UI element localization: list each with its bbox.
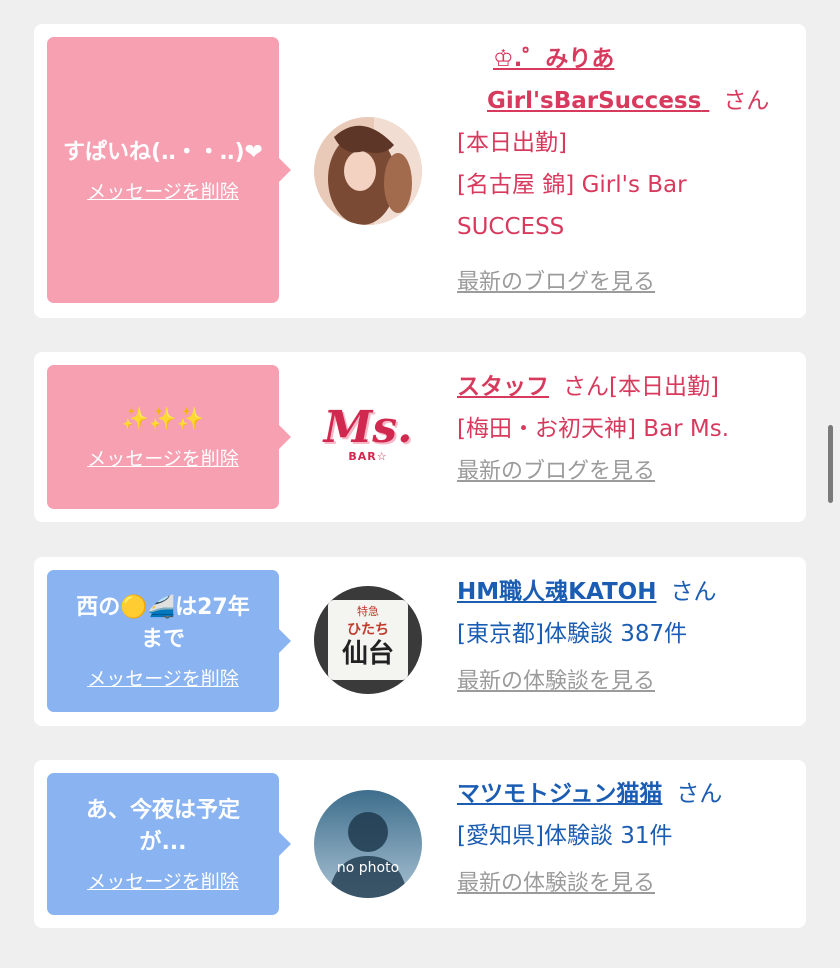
- message-bubble: 西の🟡🚄は27年 まで メッセージを削除: [47, 570, 291, 712]
- user-info: HM職人魂KATOH さん [東京都]体験談 387件 最新の体験談を見る: [457, 571, 792, 703]
- avatar-sign-top: 特急: [357, 605, 379, 618]
- avatar[interactable]: [314, 117, 422, 225]
- shop-location: [梅田・お初天神] Bar Ms.: [457, 416, 730, 442]
- delete-message-link[interactable]: メッセージを削除: [87, 444, 239, 471]
- user-name-link[interactable]: ♔.゜みりあ Girl'sBarSuccess: [457, 46, 709, 114]
- message-card-3: 西の🟡🚄は27年 まで メッセージを削除 特急 ひたち 仙台 HM職人魂KATO…: [34, 557, 806, 726]
- delete-message-link[interactable]: メッセージを削除: [87, 867, 239, 894]
- no-photo-label: no photo: [336, 860, 400, 876]
- delete-message-link[interactable]: メッセージを削除: [87, 177, 239, 204]
- user-name-link[interactable]: HM職人魂KATOH: [457, 579, 656, 605]
- latest-blog-link[interactable]: 最新のブログを見る: [457, 262, 655, 304]
- honorific: さん: [670, 579, 717, 605]
- review-stats: [東京都]体験談 387件: [457, 621, 688, 647]
- message-bubble: あ、今夜は予定 が... メッセージを削除: [47, 773, 291, 915]
- honorific: さん: [563, 374, 609, 400]
- message-text: ✨✨✨: [121, 406, 205, 432]
- avatar-sign-city: 仙台: [341, 639, 394, 669]
- message-card-2: ✨✨✨ メッセージを削除 Ms. BAR☆ スタッフ さん[本日出勤] [梅田・お…: [34, 352, 806, 522]
- user-name-line1: ♔.゜みりあ: [493, 46, 615, 72]
- avatar-sign-mid: ひたち: [347, 622, 389, 638]
- delete-message-link[interactable]: メッセージを削除: [87, 664, 239, 691]
- honorific: さん: [676, 781, 723, 807]
- scrollbar[interactable]: [828, 425, 833, 503]
- attendance-status: [本日出勤]: [609, 374, 719, 400]
- message-text: 西の🟡🚄は27年 まで: [76, 594, 250, 652]
- latest-review-link[interactable]: 最新の体験談を見る: [457, 661, 655, 703]
- user-info: スタッフ さん[本日出勤] [梅田・お初天神] Bar Ms. 最新のブログを見る: [457, 366, 792, 493]
- user-name-link[interactable]: スタッフ: [457, 374, 549, 400]
- logo-text: Ms.: [323, 402, 413, 453]
- message-bubble: すぱいね(‥・・‥)❤ メッセージを削除: [47, 37, 291, 303]
- attendance-status: [本日出勤]: [457, 130, 567, 156]
- honorific: さん: [723, 88, 770, 114]
- message-text: あ、今夜は予定 が...: [85, 797, 240, 855]
- message-card-4: あ、今夜は予定 が... メッセージを削除 no photo マツモトジュン猫猫…: [34, 760, 806, 928]
- shop-location: [名古屋 錦] Girl's Bar SUCCESS: [457, 172, 687, 240]
- shop-logo[interactable]: Ms. BAR☆: [314, 384, 422, 492]
- message-card-1: すぱいね(‥・・‥)❤ メッセージを削除 ♔.゜みりあ Girl'sBarSuc…: [34, 24, 806, 318]
- latest-blog-link[interactable]: 最新のブログを見る: [457, 451, 655, 493]
- user-info: マツモトジュン猫猫 さん [愛知県]体験談 31件 最新の体験談を見る: [457, 773, 792, 905]
- latest-review-link[interactable]: 最新の体験談を見る: [457, 863, 655, 905]
- avatar[interactable]: 特急 ひたち 仙台: [314, 586, 422, 694]
- message-text: すぱいね(‥・・‥)❤: [63, 139, 263, 165]
- no-photo-icon: [314, 790, 422, 898]
- user-name-link[interactable]: マツモトジュン猫猫: [457, 781, 662, 807]
- user-name-line2: Girl'sBarSuccess: [487, 88, 702, 114]
- user-info: ♔.゜みりあ Girl'sBarSuccess さん [本日出勤] [名古屋 錦]…: [457, 38, 792, 304]
- review-stats: [愛知県]体験談 31件: [457, 823, 673, 849]
- avatar[interactable]: no photo: [314, 790, 422, 898]
- message-bubble: ✨✨✨ メッセージを削除: [47, 365, 291, 509]
